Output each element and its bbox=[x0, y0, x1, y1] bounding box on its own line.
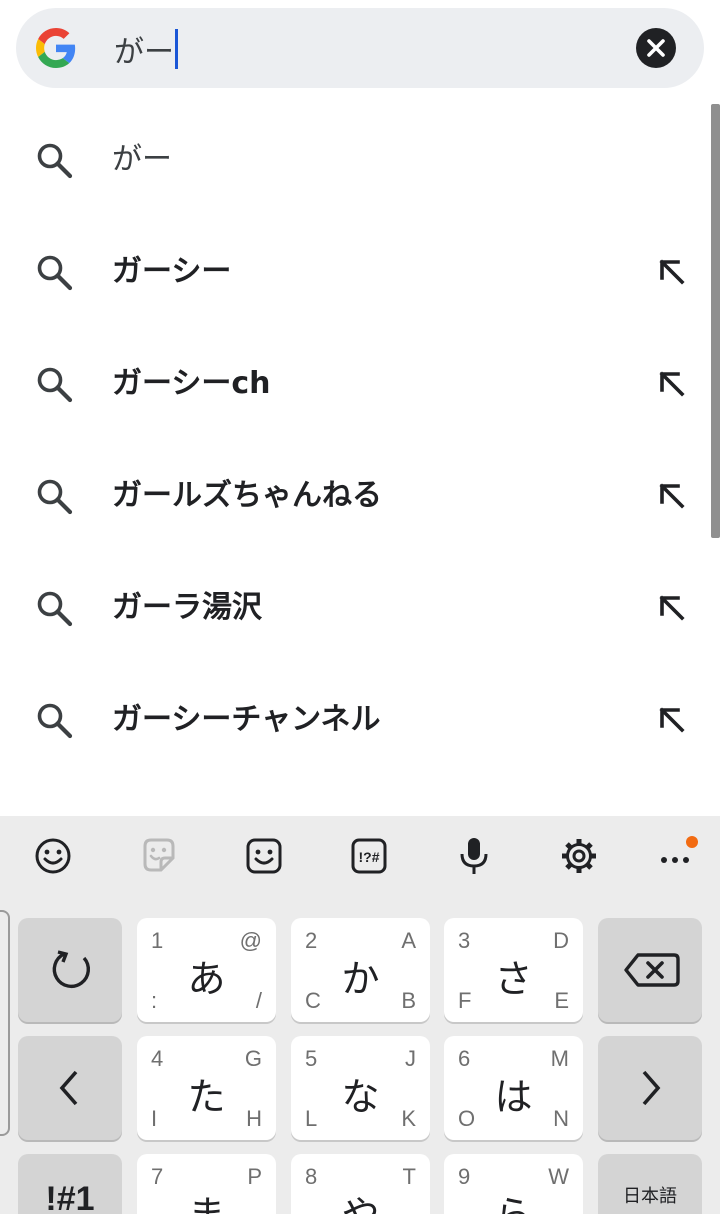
search-query[interactable]: がー bbox=[114, 27, 174, 71]
key-ta[interactable]: 4 G た I H bbox=[137, 1036, 276, 1140]
undo-icon bbox=[52, 950, 90, 988]
key-hint: E bbox=[554, 988, 569, 1013]
scrollbar[interactable] bbox=[711, 104, 720, 538]
key-ra[interactable]: 9 W ら bbox=[444, 1154, 583, 1214]
suggestion-label: がー bbox=[112, 142, 172, 177]
google-g-icon bbox=[36, 28, 76, 68]
key-ma[interactable]: 7 P ま bbox=[137, 1154, 276, 1214]
search-input[interactable]: がー bbox=[114, 28, 178, 70]
arrow-up-left-icon[interactable] bbox=[654, 254, 690, 290]
emoji-icon[interactable] bbox=[31, 834, 75, 878]
key-hint: C bbox=[305, 988, 321, 1013]
key-hint: B bbox=[401, 988, 416, 1013]
close-icon bbox=[647, 39, 665, 57]
arrow-up-left-icon[interactable] bbox=[654, 366, 690, 402]
kaomoji-icon[interactable] bbox=[242, 834, 286, 878]
notification-dot bbox=[686, 836, 698, 848]
language-key[interactable]: 日本語 bbox=[598, 1154, 702, 1214]
arrow-up-left-icon[interactable] bbox=[654, 702, 690, 738]
key-hint: F bbox=[458, 988, 472, 1013]
suggestion-item[interactable]: ガーシーチャンネル bbox=[0, 664, 710, 776]
key-hint: K bbox=[401, 1106, 416, 1131]
key-na[interactable]: 5 J な L K bbox=[291, 1036, 430, 1140]
suggestion-label: ガーシーch bbox=[112, 366, 271, 401]
cursor-right-key[interactable] bbox=[598, 1036, 702, 1140]
text-caret bbox=[175, 29, 178, 69]
key-label: !#1 bbox=[45, 1180, 95, 1214]
key-hint: N bbox=[553, 1106, 569, 1131]
svg-text:!?#: !?# bbox=[359, 849, 380, 865]
suggestion-label: ガーラ湯沢 bbox=[112, 590, 262, 625]
key-label: 日本語 bbox=[623, 1186, 677, 1207]
settings-icon[interactable] bbox=[557, 834, 601, 878]
arrow-up-left-icon[interactable] bbox=[654, 590, 690, 626]
arrow-up-left-icon[interactable] bbox=[654, 478, 690, 514]
search-icon bbox=[37, 591, 73, 627]
suggestion-item[interactable]: ガーシー bbox=[0, 216, 710, 328]
keyboard-edge-handle bbox=[0, 910, 10, 1136]
suggestion-item[interactable]: がー bbox=[0, 104, 710, 216]
search-icon bbox=[37, 143, 73, 179]
suggestion-list: がー ガーシー ガーシーch ガールズちゃんねる ガーラ湯沢 ガーシーチャンネル bbox=[0, 104, 720, 816]
mode-key[interactable]: !#1 bbox=[18, 1154, 122, 1214]
search-bar[interactable]: がー bbox=[16, 8, 704, 88]
keyboard-toolbar: !?# bbox=[0, 816, 720, 898]
key-hint: H bbox=[246, 1106, 262, 1131]
key-sa[interactable]: 3 D さ F E bbox=[444, 918, 583, 1022]
key-hint: : bbox=[151, 988, 158, 1013]
suggestion-label: ガールズちゃんねる bbox=[112, 478, 382, 513]
suggestion-item[interactable]: ガーシーch bbox=[0, 328, 710, 440]
symbols-icon[interactable]: !?# bbox=[347, 834, 391, 878]
microphone-icon[interactable] bbox=[452, 834, 496, 878]
search-icon bbox=[37, 367, 73, 403]
chevron-left-icon bbox=[59, 1070, 78, 1106]
search-icon bbox=[37, 703, 73, 739]
key-ha[interactable]: 6 M は O N bbox=[444, 1036, 583, 1140]
backspace-key[interactable] bbox=[598, 918, 702, 1022]
suggestion-label: ガーシーチャンネル bbox=[112, 702, 381, 737]
key-ka[interactable]: 2 A か C B bbox=[291, 918, 430, 1022]
suggestion-label: ガーシー bbox=[112, 254, 232, 289]
key-a[interactable]: 1 @ あ : / bbox=[137, 918, 276, 1022]
key-label: ら bbox=[444, 1184, 583, 1214]
key-label: ま bbox=[137, 1184, 276, 1214]
key-hint: / bbox=[255, 988, 262, 1013]
key-hint: L bbox=[305, 1106, 318, 1131]
clear-button[interactable] bbox=[636, 28, 676, 68]
sticker-icon[interactable] bbox=[137, 834, 181, 878]
search-icon bbox=[37, 255, 73, 291]
key-hint: I bbox=[151, 1106, 158, 1131]
search-icon bbox=[37, 479, 73, 515]
key-hint: O bbox=[458, 1106, 476, 1131]
key-label: や bbox=[291, 1184, 430, 1214]
suggestion-item[interactable]: ガールズちゃんねる bbox=[0, 440, 710, 552]
undo-key[interactable] bbox=[18, 918, 122, 1022]
keyboard: !?# 1 @ あ: / 2 A か C B 3 D さ F E 4 G た … bbox=[0, 816, 720, 1214]
suggestion-item[interactable]: ガーラ湯沢 bbox=[0, 552, 710, 664]
key-ya[interactable]: 8 T や bbox=[291, 1154, 430, 1214]
cursor-left-key[interactable] bbox=[18, 1036, 122, 1140]
backspace-icon bbox=[624, 953, 680, 987]
chevron-right-icon bbox=[642, 1070, 661, 1106]
